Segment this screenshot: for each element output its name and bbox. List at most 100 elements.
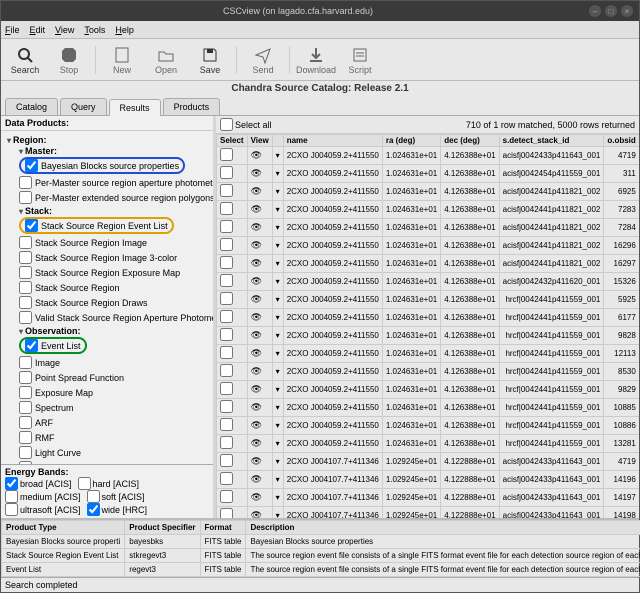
tree-checkbox[interactable] [19, 281, 32, 294]
tree-item[interactable]: Bayesian Blocks source properties [19, 156, 211, 175]
tree-checkbox[interactable] [19, 251, 32, 264]
view-icon[interactable]: 👁 [251, 420, 262, 430]
band-softacis[interactable]: soft [ACIS] [87, 490, 145, 503]
view-icon[interactable]: 👁 [251, 294, 262, 304]
view-icon[interactable]: 👁 [251, 366, 262, 376]
script-button[interactable]: Script [340, 41, 380, 79]
table-row[interactable]: 👁▾2CXO J004059.2+4115501.024631e+014.126… [217, 273, 640, 291]
view-icon[interactable]: 👁 [251, 186, 262, 196]
tree-item[interactable]: Stack Source Region Image 3-color [19, 250, 211, 265]
menu-file[interactable]: File [5, 25, 20, 35]
tree-item[interactable]: Valid Stack Source Region Aperture Photo… [19, 310, 211, 325]
tree-checkbox[interactable] [19, 371, 32, 384]
tree-item[interactable]: Per-Master extended source region polygo… [19, 190, 211, 205]
tree-checkbox[interactable] [25, 219, 38, 232]
download-button[interactable]: Download [296, 41, 336, 79]
col-header[interactable]: s.detect_stack_id [499, 135, 604, 147]
row-select[interactable] [220, 364, 233, 377]
table-row[interactable]: 👁▾2CXO J004107.7+4113461.029245e+014.122… [217, 453, 640, 471]
table-row[interactable]: 👁▾2CXO J004059.2+4115501.024631e+014.126… [217, 345, 640, 363]
tree-item[interactable]: Event List [19, 336, 211, 355]
band-broadacis[interactable]: broad [ACIS] [5, 477, 72, 490]
band-widehrc[interactable]: wide [HRC] [87, 503, 148, 516]
row-select[interactable] [220, 292, 233, 305]
view-icon[interactable]: 👁 [251, 204, 262, 214]
table-row[interactable]: 👁▾2CXO J004059.2+4115501.024631e+014.126… [217, 399, 640, 417]
table-row[interactable]: 👁▾2CXO J004059.2+4115501.024631e+014.126… [217, 291, 640, 309]
table-row[interactable]: 👁▾2CXO J004059.2+4115501.024631e+014.126… [217, 417, 640, 435]
tree-checkbox[interactable] [19, 266, 32, 279]
col-header[interactable]: o.obsid [604, 135, 639, 147]
table-row[interactable]: 👁▾2CXO J004059.2+4115501.024631e+014.126… [217, 201, 640, 219]
menu-tools[interactable]: Tools [84, 25, 105, 35]
minimize-icon[interactable]: – [589, 5, 601, 17]
band-mediumacis[interactable]: medium [ACIS] [5, 490, 81, 503]
table-row[interactable]: 👁▾2CXO J004059.2+4115501.024631e+014.126… [217, 219, 640, 237]
row-select[interactable] [220, 454, 233, 467]
tab-results[interactable]: Results [109, 99, 161, 116]
view-icon[interactable]: 👁 [251, 456, 262, 466]
open-button[interactable]: Open [146, 41, 186, 79]
table-row[interactable]: 👁▾2CXO J004059.2+4115501.024631e+014.126… [217, 381, 640, 399]
table-row[interactable]: 👁▾2CXO J004107.7+4113461.029245e+014.122… [217, 507, 640, 519]
view-icon[interactable]: 👁 [251, 384, 262, 394]
tab-catalog[interactable]: Catalog [5, 98, 58, 115]
view-icon[interactable]: 👁 [251, 492, 262, 502]
view-icon[interactable]: 👁 [251, 168, 262, 178]
row-select[interactable] [220, 472, 233, 485]
row-select[interactable] [220, 148, 233, 161]
tab-query[interactable]: Query [60, 98, 107, 115]
menu-edit[interactable]: Edit [30, 25, 46, 35]
tree-item[interactable]: Stack Source Region Event List [19, 216, 211, 235]
table-row[interactable]: 👁▾2CXO J004059.2+4115501.024631e+014.126… [217, 255, 640, 273]
row-select[interactable] [220, 238, 233, 251]
view-icon[interactable]: 👁 [251, 330, 262, 340]
table-row[interactable]: 👁▾2CXO J004059.2+4115501.024631e+014.126… [217, 327, 640, 345]
tree-item[interactable]: Stack Source Region [19, 280, 211, 295]
new-button[interactable]: New [102, 41, 142, 79]
tree-item[interactable]: RMF [19, 430, 211, 445]
row-select[interactable] [220, 184, 233, 197]
row-select[interactable] [220, 490, 233, 503]
send-button[interactable]: Send [243, 41, 283, 79]
tree-item[interactable]: Per-Master source region aperture photom… [19, 175, 211, 190]
col-header[interactable]: Product Specifier [125, 521, 200, 535]
table-row[interactable]: 👁▾2CXO J004059.2+4115501.024631e+014.126… [217, 363, 640, 381]
col-header[interactable] [272, 135, 283, 147]
tree-checkbox[interactable] [19, 386, 32, 399]
view-icon[interactable]: 👁 [251, 222, 262, 232]
view-icon[interactable]: 👁 [251, 312, 262, 322]
tab-products[interactable]: Products [163, 98, 221, 115]
row-select[interactable] [220, 202, 233, 215]
table-row[interactable]: 👁▾2CXO J004059.2+4115501.024631e+014.126… [217, 237, 640, 255]
row-select[interactable] [220, 508, 233, 518]
col-header[interactable]: Product Type [2, 521, 125, 535]
view-icon[interactable]: 👁 [251, 474, 262, 484]
tree-checkbox[interactable] [19, 401, 32, 414]
tree-item[interactable]: Light Curve [19, 445, 211, 460]
tree-item[interactable]: Point Spread Function [19, 370, 211, 385]
row-select[interactable] [220, 310, 233, 323]
table-row[interactable]: 👁▾2CXO J004059.2+4115501.024631e+014.126… [217, 147, 640, 165]
menu-help[interactable]: Help [115, 25, 134, 35]
row-select[interactable] [220, 400, 233, 413]
tree-checkbox[interactable] [19, 296, 32, 309]
tree-checkbox[interactable] [19, 416, 32, 429]
row-select[interactable] [220, 418, 233, 431]
row-select[interactable] [220, 256, 233, 269]
product-row[interactable]: Stack Source Region Event Liststkregevt3… [2, 549, 640, 563]
close-icon[interactable]: × [621, 5, 633, 17]
col-header[interactable]: Format [200, 521, 246, 535]
tree-checkbox[interactable] [19, 236, 32, 249]
tree-item[interactable]: Exposure Map [19, 385, 211, 400]
tree-checkbox[interactable] [19, 446, 32, 459]
tree-checkbox[interactable] [19, 191, 32, 204]
tree-checkbox[interactable] [19, 176, 32, 189]
product-row[interactable]: Event Listregevt3FITS tableThe source re… [2, 563, 640, 577]
view-icon[interactable]: 👁 [251, 348, 262, 358]
col-header[interactable]: ra (deg) [382, 135, 440, 147]
table-row[interactable]: 👁▾2CXO J004059.2+4115501.024631e+014.126… [217, 435, 640, 453]
row-select[interactable] [220, 166, 233, 179]
maximize-icon[interactable]: □ [605, 5, 617, 17]
table-row[interactable]: 👁▾2CXO J004059.2+4115501.024631e+014.126… [217, 309, 640, 327]
